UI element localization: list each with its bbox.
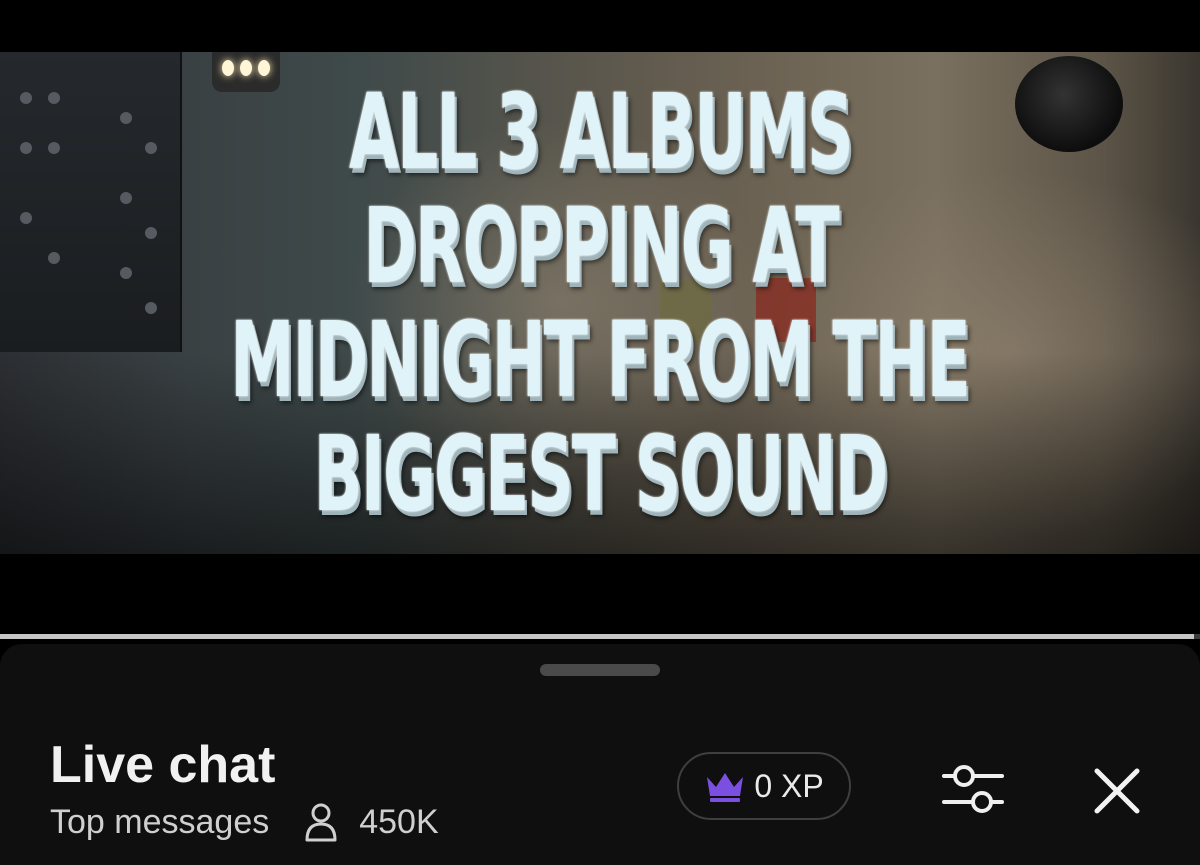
viewer-count-group: 450K — [303, 802, 439, 842]
buffer-fill — [0, 634, 1194, 639]
video-player[interactable]: ALL 3 ALBUMS DROPPING AT MIDNIGHT FROM T… — [0, 0, 1200, 640]
close-icon[interactable] — [1090, 764, 1144, 818]
caption-line: BIGGEST SOUND — [313, 413, 889, 535]
caption-line: MIDNIGHT FROM THE — [230, 299, 971, 421]
xp-button[interactable]: 0 XP — [677, 752, 851, 820]
video-caption-overlay: ALL 3 ALBUMS DROPPING AT MIDNIGHT FROM T… — [0, 52, 1200, 554]
crown-icon — [707, 773, 744, 802]
xp-value: 0 XP — [754, 767, 824, 804]
chat-filter-selector[interactable]: Top messages — [50, 803, 269, 842]
person-icon — [305, 803, 337, 842]
chat-subtitle-row: Top messages 450K — [50, 800, 439, 844]
video-progress-bar[interactable] — [0, 634, 1200, 639]
sliders-icon[interactable] — [938, 756, 1008, 822]
viewer-count: 450K — [359, 802, 439, 841]
caption-line: DROPPING AT — [362, 185, 839, 307]
drag-handle[interactable] — [540, 664, 660, 676]
live-chat-panel: Live chat Top messages 450K 0 XP — [0, 644, 1200, 865]
caption-line: ALL 3 ALBUMS — [348, 71, 853, 193]
live-chat-title: Live chat — [50, 736, 276, 794]
